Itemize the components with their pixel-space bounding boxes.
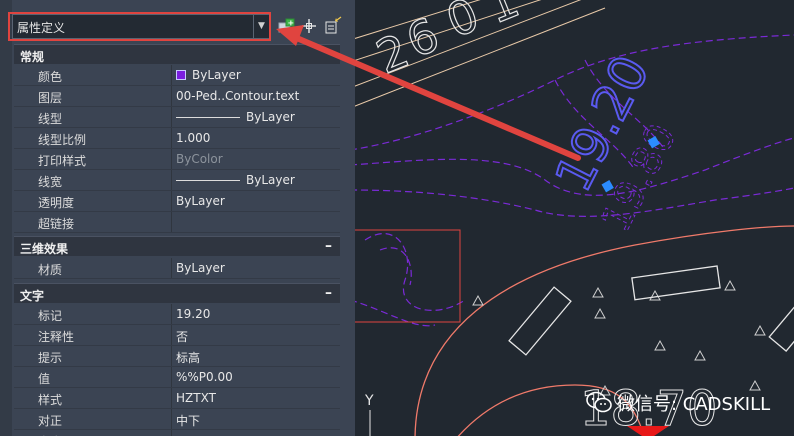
lineweight-preview-icon: [176, 180, 240, 181]
drawing-canvas[interactable]: 2 6 0 1 19.20 19.80 18.70 Y: [355, 0, 794, 436]
collapse-icon[interactable]: –: [325, 285, 332, 301]
band-number-3: 0: [439, 0, 486, 48]
property-row-style[interactable]: 样式 HZTXT: [14, 388, 340, 409]
property-row-plot-style[interactable]: 打印样式 ByColor: [14, 149, 340, 170]
section-text[interactable]: 文字 –: [14, 283, 340, 303]
property-row-value[interactable]: 值 %%P0.00: [14, 367, 340, 388]
property-label: 注释性: [38, 330, 75, 344]
tree-symbols: [472, 279, 766, 396]
section-general-title: 常规: [20, 50, 45, 64]
panel-title-strip[interactable]: [0, 0, 12, 436]
property-row-linetype-scale[interactable]: 线型比例 1.000: [14, 128, 340, 149]
property-label: 线型: [38, 112, 63, 126]
property-label: 材质: [38, 263, 63, 277]
toggle-pickadd-icon[interactable]: +: [276, 16, 296, 36]
select-objects-icon[interactable]: [299, 16, 319, 36]
property-value[interactable]: 1.000: [176, 131, 210, 145]
property-label: 值: [38, 372, 51, 386]
property-value[interactable]: 否: [176, 328, 188, 345]
property-label: 线宽: [38, 175, 63, 189]
color-swatch-icon: [176, 70, 186, 80]
section-general[interactable]: 常规: [14, 44, 340, 64]
property-row-lineweight[interactable]: 线宽 ByLayer: [14, 170, 340, 191]
property-row-prompt[interactable]: 提示 标高: [14, 346, 340, 367]
property-row-annotative[interactable]: 注释性 否: [14, 325, 340, 346]
property-value[interactable]: 19.20: [176, 307, 210, 321]
linetype-preview-icon: [176, 117, 240, 118]
property-label: 打印样式: [38, 154, 87, 168]
properties-panel: 属性定义 ▼ + 常规 颜色 ByLayer 图层 00-Ped..Contou…: [0, 0, 355, 436]
property-row-height[interactable]: 高度: [14, 430, 340, 436]
property-value[interactable]: HZTXT: [176, 391, 216, 405]
property-row-linetype[interactable]: 线型 ByLayer: [14, 107, 340, 128]
property-value[interactable]: ByLayer: [176, 194, 225, 208]
planter-boxes: [508, 265, 794, 356]
road-band-text: 2 6 0 1: [368, 0, 527, 85]
property-row-justify[interactable]: 对正 中下: [14, 409, 340, 430]
watermark-text: 微信号: CADSKILL: [617, 394, 771, 415]
property-row-layer[interactable]: 图层 00-Ped..Contour.text: [14, 86, 340, 107]
property-value[interactable]: %%P0.00: [176, 370, 233, 384]
property-label: 颜色: [38, 70, 63, 84]
property-value[interactable]: 标高: [176, 349, 200, 366]
property-row-color[interactable]: 颜色 ByLayer: [14, 65, 340, 86]
property-row-transparency[interactable]: 透明度 ByLayer: [14, 191, 340, 212]
property-label: 线型比例: [38, 133, 87, 147]
property-value[interactable]: ByLayer: [176, 110, 295, 124]
property-value[interactable]: ByLayer: [176, 261, 225, 275]
property-value: ByColor: [176, 152, 223, 166]
wechat-icon: [586, 391, 612, 413]
property-label: 样式: [38, 393, 63, 407]
section-3d-effects[interactable]: 三维效果 –: [14, 236, 340, 256]
property-label: 标记: [38, 309, 63, 323]
property-row-hyperlink[interactable]: 超链接: [14, 212, 340, 233]
axis-y-label: Y: [364, 393, 374, 409]
property-value[interactable]: 中下: [176, 412, 200, 429]
collapse-icon[interactable]: –: [325, 238, 332, 254]
quick-select-icon[interactable]: [323, 16, 343, 36]
property-label: 超链接: [38, 217, 75, 231]
section-3d-title: 三维效果: [20, 242, 69, 256]
svg-text:+: +: [288, 19, 295, 28]
property-row-tag[interactable]: 标记 19.20: [14, 304, 340, 325]
section-text-title: 文字: [20, 289, 45, 303]
selection-rectangle: [355, 229, 461, 323]
property-value[interactable]: ByLayer: [176, 68, 241, 82]
property-row-material[interactable]: 材质 ByLayer: [14, 258, 340, 279]
selector-highlight-box: [8, 12, 271, 41]
property-label: 图层: [38, 91, 63, 105]
property-label: 透明度: [38, 196, 75, 210]
property-label: 提示: [38, 351, 63, 365]
property-value[interactable]: 00-Ped..Contour.text: [176, 89, 299, 103]
property-label: 对正: [38, 414, 63, 428]
property-value[interactable]: ByLayer: [176, 173, 295, 187]
